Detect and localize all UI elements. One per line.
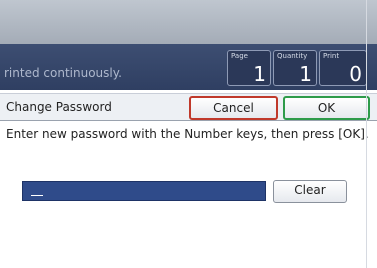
text-cursor xyxy=(31,195,43,196)
quantity-counter: Quantity 1 xyxy=(273,50,317,86)
instruction-text: Enter new password with the Number keys,… xyxy=(6,127,369,141)
print-counter-value: 0 xyxy=(349,62,362,86)
quantity-counter-value: 1 xyxy=(299,62,312,86)
print-counter: Print 0 xyxy=(319,50,367,86)
page-counter: Page 1 xyxy=(227,50,271,86)
page-counter-value: 1 xyxy=(253,62,266,86)
status-message: rinted continuously. xyxy=(4,66,122,80)
cancel-button[interactable]: Cancel xyxy=(189,96,278,120)
print-counter-label: Print xyxy=(323,52,340,60)
password-input[interactable] xyxy=(22,181,266,201)
page-counter-label: Page xyxy=(231,52,248,60)
top-bar xyxy=(0,0,377,44)
clear-button[interactable]: Clear xyxy=(273,180,347,203)
dialog-title: Change Password xyxy=(6,100,112,114)
ok-button[interactable]: OK xyxy=(283,96,370,120)
screen-edge-divider xyxy=(366,0,367,268)
quantity-counter-label: Quantity xyxy=(277,52,308,60)
